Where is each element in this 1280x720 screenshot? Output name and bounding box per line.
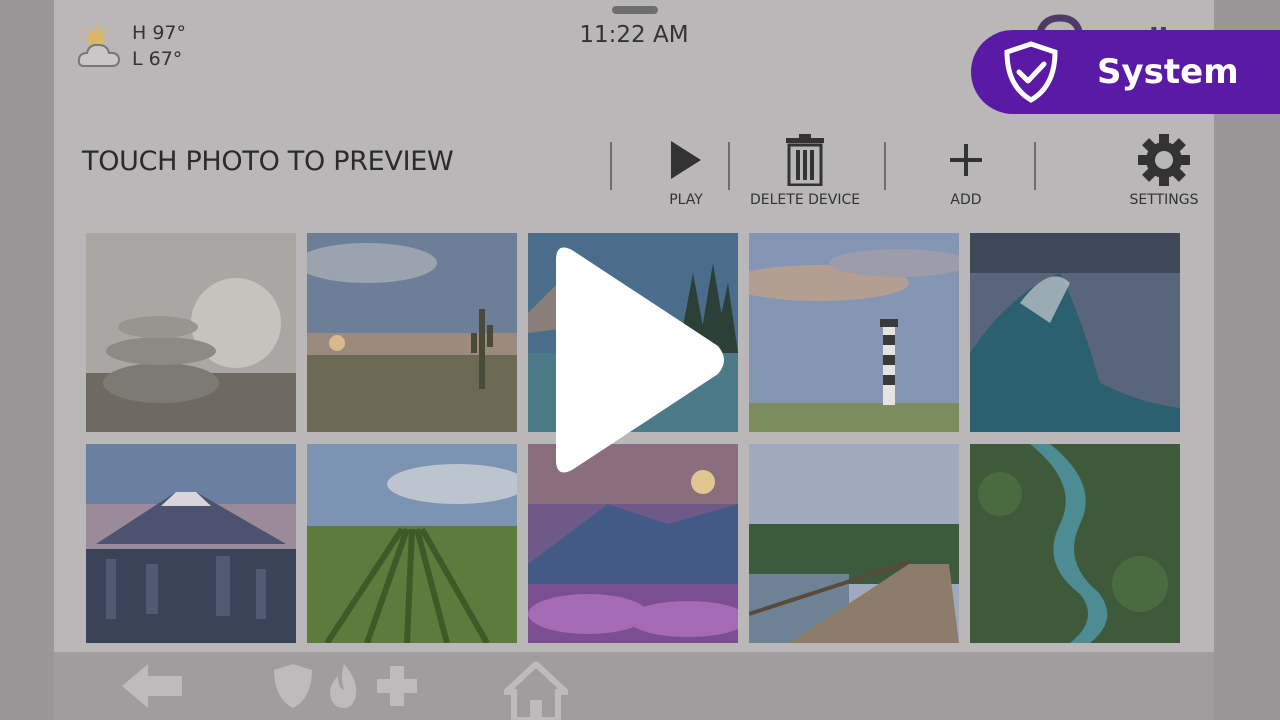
partly-cloudy-icon bbox=[77, 23, 121, 67]
page-title: TOUCH PHOTO TO PREVIEW bbox=[82, 146, 454, 177]
play-icon bbox=[556, 247, 724, 473]
toolbar-divider bbox=[610, 142, 612, 190]
delete-device-label: DELETE DEVICE bbox=[750, 192, 861, 208]
photo-mount-fuji-city[interactable] bbox=[86, 444, 296, 643]
toolbar-divider bbox=[884, 142, 886, 190]
play-icon bbox=[671, 141, 701, 179]
weather-high: H 97° bbox=[132, 22, 187, 44]
toolbar-divider bbox=[1034, 142, 1036, 190]
photo-aerial-river[interactable] bbox=[970, 444, 1180, 643]
plus-icon bbox=[950, 144, 982, 176]
video-play-button[interactable] bbox=[554, 244, 728, 476]
add-button[interactable]: ADD bbox=[936, 130, 996, 208]
bezel-notch bbox=[612, 6, 658, 14]
settings-label: SETTINGS bbox=[1129, 192, 1199, 208]
photo-crop-field[interactable] bbox=[307, 444, 517, 643]
gear-icon bbox=[1138, 134, 1190, 186]
photo-lighthouse[interactable] bbox=[749, 233, 959, 432]
weather-widget: H 97° L 67° bbox=[76, 18, 196, 74]
badge-label: System bbox=[1097, 52, 1239, 92]
plus-icon[interactable] bbox=[376, 662, 418, 710]
system-badge: System bbox=[971, 30, 1280, 114]
settings-button[interactable]: SETTINGS bbox=[1122, 130, 1206, 208]
clock: 11:22 AM bbox=[579, 22, 689, 48]
play-button[interactable]: PLAY bbox=[656, 130, 716, 208]
photo-ocean-wave[interactable] bbox=[970, 233, 1180, 432]
back-arrow-icon[interactable] bbox=[120, 662, 184, 710]
home-icon[interactable] bbox=[504, 662, 568, 720]
shield-icon[interactable] bbox=[272, 662, 314, 710]
photo-zen-stones[interactable] bbox=[86, 233, 296, 432]
add-label: ADD bbox=[950, 192, 982, 208]
delete-device-button[interactable]: DELETE DEVICE bbox=[750, 130, 860, 208]
photo-desert-cactus-sunset[interactable] bbox=[307, 233, 517, 432]
toolbar-divider bbox=[728, 142, 730, 190]
weather-low: L 67° bbox=[132, 48, 183, 70]
bottom-nav bbox=[54, 652, 1214, 720]
play-label: PLAY bbox=[669, 192, 703, 208]
fire-icon[interactable] bbox=[324, 662, 364, 710]
toolbar: PLAY DELETE DEVICE ADD SETTINGS bbox=[610, 130, 1210, 220]
trash-icon bbox=[786, 134, 824, 186]
photo-wooden-boardwalk[interactable] bbox=[749, 444, 959, 643]
shield-check-icon bbox=[1004, 41, 1058, 103]
